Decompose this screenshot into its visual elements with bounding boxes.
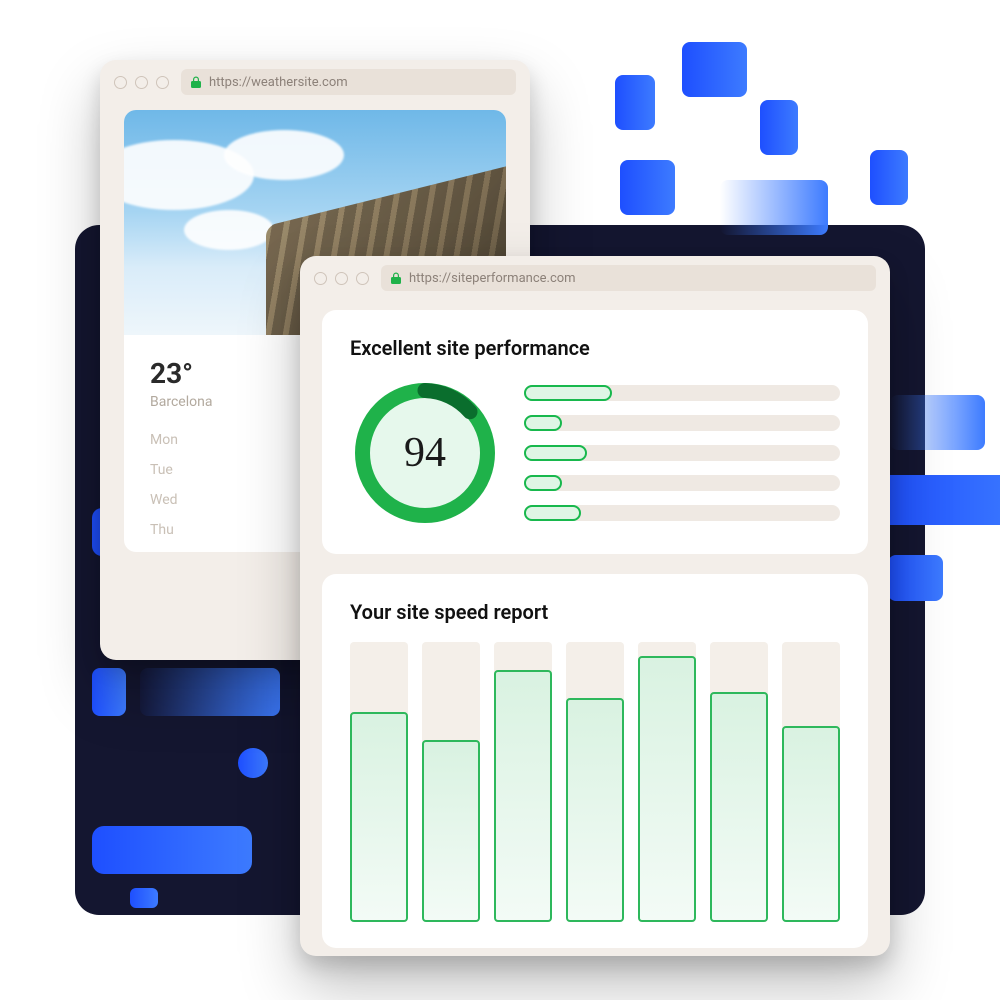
speed-bar-fill — [422, 740, 480, 922]
metric-bar — [524, 445, 840, 461]
metric-bar — [524, 505, 840, 521]
speed-bar — [710, 642, 768, 922]
speed-bar-fill — [782, 726, 840, 922]
speed-bar-fill — [494, 670, 552, 922]
decorative-shape — [130, 888, 158, 908]
window-controls[interactable] — [314, 272, 369, 285]
decorative-shape — [720, 180, 828, 235]
decorative-shape — [140, 668, 280, 716]
lock-icon — [191, 76, 201, 88]
speed-bar — [350, 642, 408, 922]
decorative-shape — [92, 668, 126, 716]
speed-bar — [494, 642, 552, 922]
browser-chrome: https://siteperformance.com — [300, 256, 890, 300]
score-gauge: 94 — [350, 378, 500, 528]
browser-chrome: https://weathersite.com — [100, 60, 530, 104]
forecast-day: Wed — [150, 492, 178, 508]
metric-bar — [524, 475, 840, 491]
speed-bar — [422, 642, 480, 922]
decorative-shape — [92, 826, 252, 874]
metric-bar — [524, 385, 840, 401]
window-dot[interactable] — [335, 272, 348, 285]
decorative-shape — [682, 42, 747, 97]
window-dot[interactable] — [356, 272, 369, 285]
window-dot[interactable] — [135, 76, 148, 89]
speed-bar — [782, 642, 840, 922]
performance-title: Excellent site performance — [350, 336, 840, 360]
decorative-shape — [888, 555, 943, 601]
window-dot[interactable] — [314, 272, 327, 285]
speed-bar-fill — [350, 712, 408, 922]
performance-card: Excellent site performance 94 — [322, 310, 868, 554]
speed-bar — [566, 642, 624, 922]
window-dot[interactable] — [156, 76, 169, 89]
window-controls[interactable] — [114, 76, 169, 89]
metric-bars — [524, 385, 840, 521]
speed-report-card: Your site speed report — [322, 574, 868, 948]
forecast-day: Thu — [150, 522, 174, 538]
window-dot[interactable] — [114, 76, 127, 89]
forecast-day: Mon — [150, 432, 178, 448]
performance-browser-window: https://siteperformance.com Excellent si… — [300, 256, 890, 956]
speed-bar-fill — [710, 692, 768, 922]
forecast-day: Tue — [150, 462, 173, 478]
speed-bar-fill — [638, 656, 696, 922]
metric-bar-fill — [524, 385, 612, 401]
address-bar[interactable]: https://weathersite.com — [181, 69, 516, 95]
decorative-shape — [615, 75, 655, 130]
decorative-shape — [620, 160, 675, 215]
metric-bar-fill — [524, 475, 562, 491]
metric-bar-fill — [524, 445, 587, 461]
metric-bar-fill — [524, 505, 581, 521]
metric-bar-fill — [524, 415, 562, 431]
decorative-shape — [890, 395, 985, 450]
address-url: https://siteperformance.com — [409, 271, 576, 286]
decorative-shape — [760, 100, 798, 155]
decorative-shape — [870, 150, 908, 205]
speed-report-title: Your site speed report — [350, 600, 840, 624]
decorative-shape — [880, 475, 1000, 525]
metric-bar — [524, 415, 840, 431]
lock-icon — [391, 272, 401, 284]
speed-chart — [350, 642, 840, 922]
score-value: 94 — [350, 378, 500, 528]
speed-bar — [638, 642, 696, 922]
decorative-shape — [238, 748, 268, 778]
speed-bar-fill — [566, 698, 624, 922]
address-bar[interactable]: https://siteperformance.com — [381, 265, 876, 291]
address-url: https://weathersite.com — [209, 75, 348, 90]
